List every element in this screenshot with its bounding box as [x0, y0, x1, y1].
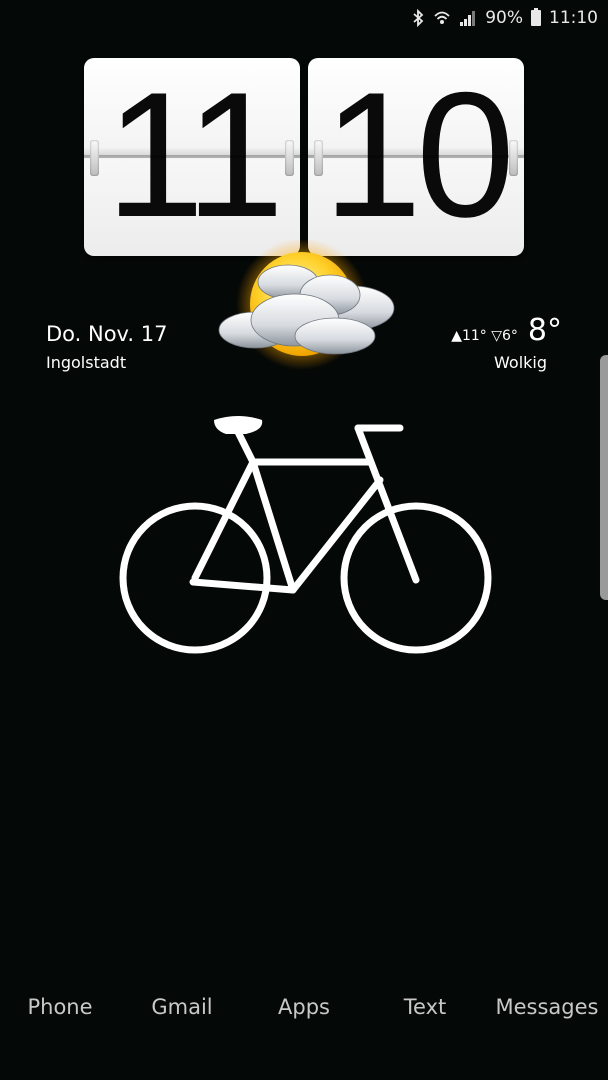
dock-text[interactable]: Text: [404, 995, 446, 1019]
hinge: [509, 140, 518, 176]
status-bar: 90% 11:10: [0, 0, 608, 36]
hinge: [314, 140, 323, 176]
weather-location: Ingolstadt: [46, 353, 127, 372]
dock-messages[interactable]: Messages: [496, 995, 599, 1019]
battery-percent: 90%: [485, 8, 523, 28]
hinge: [285, 140, 294, 176]
battery-icon: [531, 8, 541, 26]
weather-date: Do. Nov. 17: [46, 322, 168, 346]
flip-clock-widget[interactable]: 11 10: [84, 58, 524, 258]
signal-icon: [459, 9, 477, 27]
clock-minutes-card: 10: [308, 58, 524, 256]
home-screen: 90% 11:10 11 10 Do. Nov. 17 Ingolstadt ▲…: [0, 0, 608, 1080]
temp-range: ▲11° ▽6°: [451, 328, 518, 344]
bluetooth-icon: [411, 9, 425, 27]
edge-panel-handle[interactable]: [600, 355, 608, 600]
bicycle-icon: [118, 410, 498, 660]
dock-phone[interactable]: Phone: [27, 995, 92, 1019]
flip-divider: [84, 155, 300, 158]
weather-condition: Wolkig: [494, 353, 547, 372]
app-dock: Phone Gmail Apps Text Messages: [0, 995, 608, 1035]
partly-cloudy-icon[interactable]: [210, 238, 400, 380]
dock-gmail[interactable]: Gmail: [151, 995, 212, 1019]
current-temperature: 8°: [527, 313, 562, 348]
status-time: 11:10: [549, 8, 598, 28]
wifi-icon: [433, 9, 451, 27]
dock-apps[interactable]: Apps: [278, 995, 330, 1019]
weather-temperatures: ▲11° ▽6° 8°: [451, 313, 562, 348]
hinge: [90, 140, 99, 176]
clock-hours-card: 11: [84, 58, 300, 256]
flip-divider: [308, 155, 524, 158]
